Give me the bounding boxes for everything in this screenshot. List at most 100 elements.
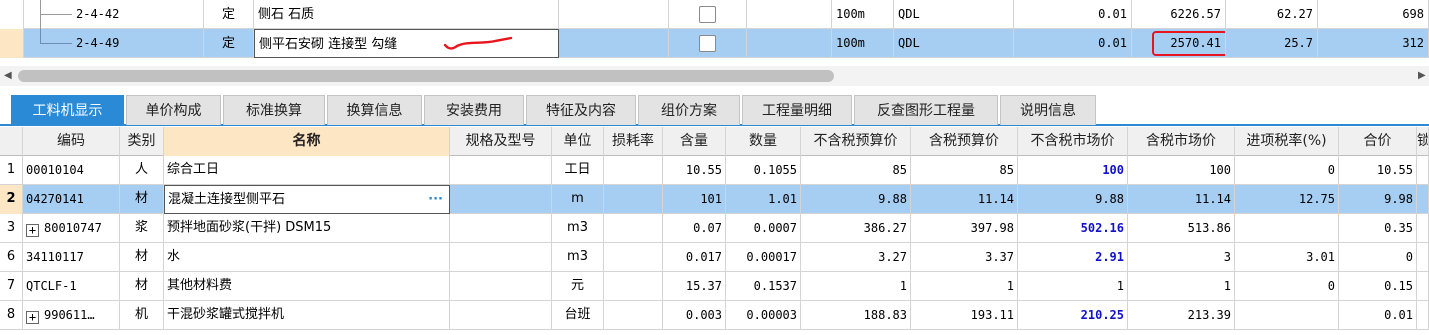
total-cell[interactable]: 698 (1318, 0, 1429, 29)
budget-incl-tax-cell[interactable]: 1 (911, 272, 1018, 301)
market-incl-tax-cell[interactable]: 213.39 (1128, 301, 1235, 330)
header-market-incl-tax[interactable]: 含税市场价 (1128, 127, 1235, 156)
qty-cell[interactable]: 0.01 (1014, 0, 1132, 29)
resource-row[interactable]: 7 QTCLF-1 材其他材料费元 15.37 0.1537 1 1 1 1 0 0.15 (0, 272, 1429, 301)
blank-cell[interactable] (747, 0, 832, 29)
loss-rate-cell[interactable] (604, 214, 663, 243)
lock-cell[interactable] (1417, 243, 1429, 272)
quota-row-selected[interactable]: 2-4-49 定 侧平石安砌 连接型 勾缝 100m QDL 0.01 2570… (0, 29, 1429, 58)
horizontal-scrollbar[interactable]: ◀ ▶ (0, 66, 1429, 86)
category-cell[interactable]: 人 (120, 156, 164, 185)
total-cell[interactable]: 0.01 (1339, 301, 1417, 330)
total-cell[interactable]: 0.15 (1339, 272, 1417, 301)
name-cell[interactable]: 其他材料费 (164, 272, 450, 301)
header-budget-excl-tax[interactable]: 不含税预算价 (801, 127, 911, 156)
qty-cell[interactable]: 0.01 (1014, 29, 1132, 58)
tax-rate-cell[interactable] (1235, 214, 1339, 243)
scroll-left-icon[interactable]: ◀ (4, 70, 12, 81)
code-cell[interactable]: +80010747 (23, 214, 120, 243)
category-cell[interactable]: 机 (120, 301, 164, 330)
loss-rate-cell[interactable] (604, 272, 663, 301)
quota-row[interactable]: 2-4-42 定 侧石 石质 100m QDL 0.01 6226.57 62.… (0, 0, 1429, 29)
loss-rate-cell[interactable] (604, 243, 663, 272)
spec-cell[interactable] (450, 272, 552, 301)
header-quantity[interactable]: 数量 (726, 127, 801, 156)
market-excl-tax-cell[interactable]: 2.91 (1018, 243, 1128, 272)
unit-cell[interactable]: 工日 (552, 156, 604, 185)
tax-rate-cell[interactable]: 0 (1235, 156, 1339, 185)
tab-pricing-scheme[interactable]: 组价方案 (638, 95, 740, 125)
category-cell[interactable]: 材 (120, 272, 164, 301)
loss-rate-cell[interactable] (604, 185, 663, 214)
market-incl-tax-cell[interactable]: 3 (1128, 243, 1235, 272)
total-cell[interactable]: 312 (1318, 29, 1429, 58)
header-lock[interactable]: 锁 (1417, 127, 1429, 156)
tab-conversion-info[interactable]: 换算信息 (327, 95, 422, 125)
name-cell[interactable]: 混凝土连接型侧平石 ··· (164, 185, 450, 214)
tax-rate-cell[interactable]: 3.01 (1235, 243, 1339, 272)
header-input-tax-rate[interactable]: 进项税率(%) (1235, 127, 1339, 156)
type-cell[interactable]: 定 (204, 0, 254, 29)
name-editor[interactable]: 侧平石安砌 连接型 勾缝 (254, 29, 559, 58)
lock-cell[interactable] (1417, 272, 1429, 301)
market-excl-tax-cell[interactable]: 210.25 (1018, 301, 1128, 330)
name-cell[interactable]: 侧石 石质 (254, 0, 559, 29)
quantity-cell[interactable]: 0.1537 (726, 272, 801, 301)
unit-cell[interactable]: m (552, 185, 604, 214)
price-cell[interactable]: 6226.57 (1132, 0, 1226, 29)
header-content[interactable]: 含量 (663, 127, 726, 156)
quantity-cell[interactable]: 0.00017 (726, 243, 801, 272)
header-loss-rate[interactable]: 损耗率 (604, 127, 663, 156)
budget-excl-tax-cell[interactable]: 386.27 (801, 214, 911, 243)
spec-cell[interactable] (559, 29, 669, 58)
market-incl-tax-cell[interactable]: 513.86 (1128, 214, 1235, 243)
header-name[interactable]: 名称 (164, 127, 450, 156)
amount-cell[interactable]: 25.7 (1226, 29, 1318, 58)
tax-rate-cell[interactable]: 12.75 (1235, 185, 1339, 214)
code-cell[interactable]: 04270141 (23, 185, 120, 214)
budget-incl-tax-cell[interactable]: 397.98 (911, 214, 1018, 243)
resource-row[interactable]: 6 34110117 材水 m3 0.017 0.00017 3.27 3.37 2.91 3 3.… (0, 243, 1429, 272)
spec-cell[interactable] (450, 243, 552, 272)
lock-cell[interactable] (1417, 214, 1429, 243)
header-total[interactable]: 合价 (1339, 127, 1417, 156)
expand-icon[interactable]: + (26, 311, 39, 324)
tab-description[interactable]: 说明信息 (1000, 95, 1096, 125)
header-spec[interactable]: 规格及型号 (450, 127, 552, 156)
quantity-cell[interactable]: 0.1055 (726, 156, 801, 185)
budget-incl-tax-cell[interactable]: 85 (911, 156, 1018, 185)
market-excl-tax-cell[interactable]: 9.88 (1018, 185, 1128, 214)
header-unit[interactable]: 单位 (552, 127, 604, 156)
lock-cell[interactable] (1417, 156, 1429, 185)
loss-rate-cell[interactable] (604, 156, 663, 185)
total-cell[interactable]: 0.35 (1339, 214, 1417, 243)
name-cell[interactable]: 预拌地面砂浆(干拌) DSM15 (164, 214, 450, 243)
name-cell[interactable]: 干混砂浆罐式搅拌机 (164, 301, 450, 330)
total-cell[interactable]: 9.98 (1339, 185, 1417, 214)
content-cell[interactable]: 10.55 (663, 156, 726, 185)
unit-cell[interactable]: 100m (832, 29, 894, 58)
tab-standard-conversion[interactable]: 标准换算 (223, 95, 325, 125)
checkbox-cell[interactable] (669, 29, 747, 58)
code-cell[interactable]: 2-4-49 (24, 29, 204, 58)
lock-cell[interactable] (1417, 301, 1429, 330)
code-cell[interactable]: 00010104 (23, 156, 120, 185)
total-cell[interactable]: 10.55 (1339, 156, 1417, 185)
expr-cell[interactable]: QDL (894, 0, 1014, 29)
tab-reverse-graphic-quantity[interactable]: 反查图形工程量 (854, 95, 998, 125)
tax-rate-cell[interactable] (1235, 301, 1339, 330)
scrollbar-thumb[interactable] (18, 70, 834, 82)
code-cell[interactable]: QTCLF-1 (23, 272, 120, 301)
type-cell[interactable]: 定 (204, 29, 254, 58)
spec-cell[interactable] (450, 185, 552, 214)
market-excl-tax-cell[interactable]: 1 (1018, 272, 1128, 301)
spec-cell[interactable] (450, 214, 552, 243)
tab-labor-material-machine[interactable]: 工料机显示 (11, 95, 124, 125)
tax-rate-cell[interactable]: 0 (1235, 272, 1339, 301)
category-cell[interactable]: 浆 (120, 214, 164, 243)
tab-quantity-details[interactable]: 工程量明细 (742, 95, 852, 125)
amount-cell[interactable]: 62.27 (1226, 0, 1318, 29)
budget-incl-tax-cell[interactable]: 11.14 (911, 185, 1018, 214)
unit-cell[interactable]: m3 (552, 243, 604, 272)
content-cell[interactable]: 15.37 (663, 272, 726, 301)
